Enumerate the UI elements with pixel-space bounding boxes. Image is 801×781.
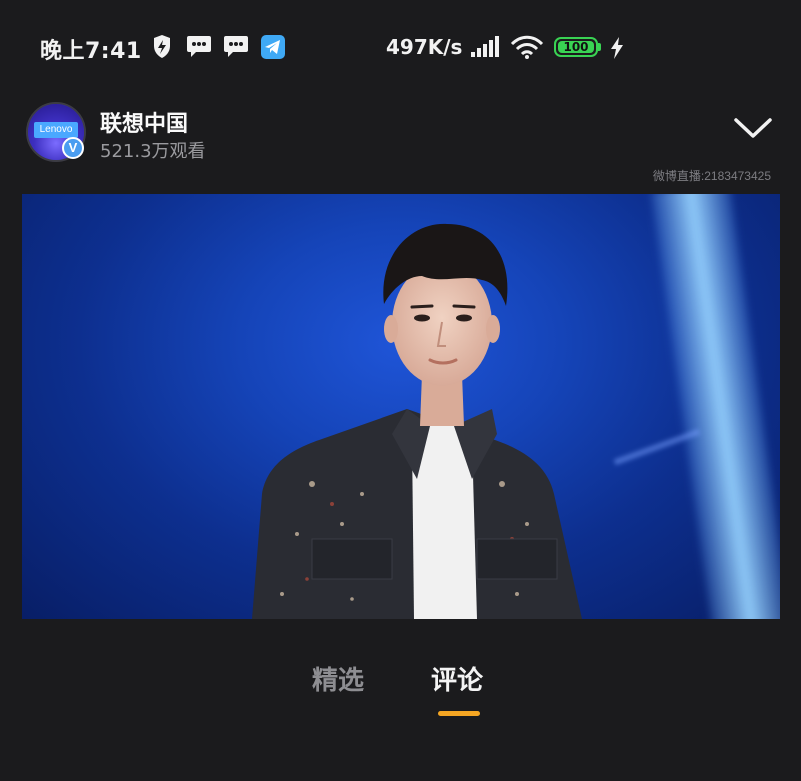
- status-bar: 晚上7:41 497K/s 100: [0, 0, 801, 96]
- chevron-down-icon[interactable]: [730, 112, 776, 146]
- status-time: 晚上7:41: [40, 39, 142, 64]
- battery-cap: [598, 43, 601, 51]
- tab-comments[interactable]: 评论: [431, 660, 483, 697]
- live-video-player[interactable]: [22, 194, 780, 619]
- viewer-count: 521.3万观看: [100, 141, 206, 162]
- message-icon: [224, 36, 248, 57]
- signal-bars-icon: [471, 36, 499, 57]
- message-icon: [187, 36, 211, 57]
- shield-bolt-icon: [154, 35, 170, 58]
- channel-name[interactable]: 联想中国: [100, 106, 188, 138]
- lenovo-logo: Lenovo: [34, 122, 78, 138]
- network-speed: 497K/s: [386, 35, 463, 59]
- tab-featured[interactable]: 精选: [312, 660, 364, 697]
- wifi-icon: [510, 35, 544, 59]
- bolt-icon: [611, 37, 623, 59]
- verified-badge-icon: V: [62, 137, 84, 159]
- performer-image: [252, 223, 582, 619]
- telegram-icon: [261, 35, 285, 59]
- battery-level: 100: [563, 40, 589, 54]
- battery-indicator: 100: [554, 37, 598, 57]
- weibo-live-id: 微博直播:2183473425: [652, 169, 771, 183]
- active-tab-indicator: [438, 711, 480, 716]
